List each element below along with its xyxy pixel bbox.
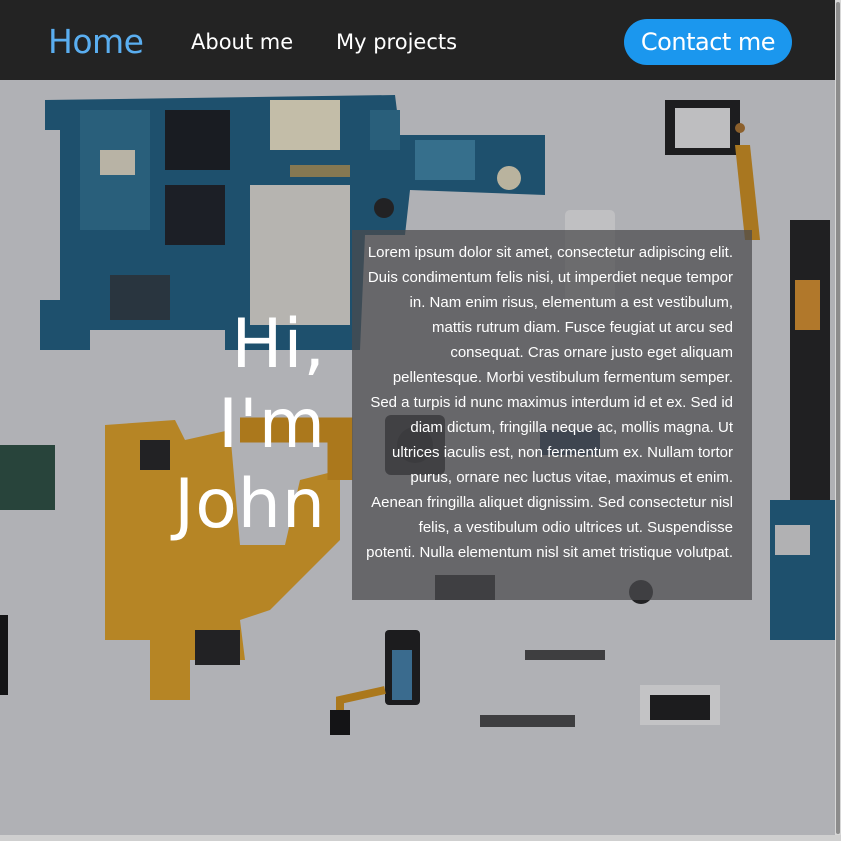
nav-projects-link[interactable]: My projects — [336, 30, 457, 54]
scrollbar-thumb[interactable] — [836, 2, 840, 834]
navbar: Home About me My projects Contact me — [0, 0, 841, 80]
about-text: Lorem ipsum dolor sit amet, consectetur … — [366, 244, 733, 561]
about-panel: Lorem ipsum dolor sit amet, consectetur … — [352, 230, 752, 600]
vertical-scrollbar[interactable] — [835, 0, 841, 841]
nav-about-link[interactable]: About me — [191, 30, 293, 54]
hero-greeting: Hi, I'm John — [174, 305, 326, 544]
nav-home-link[interactable]: Home — [48, 22, 144, 61]
horizontal-scrollbar[interactable] — [0, 835, 841, 841]
hero-section: Hi, I'm John Lorem ipsum dolor sit amet,… — [0, 80, 841, 841]
contact-button[interactable]: Contact me — [624, 19, 792, 65]
